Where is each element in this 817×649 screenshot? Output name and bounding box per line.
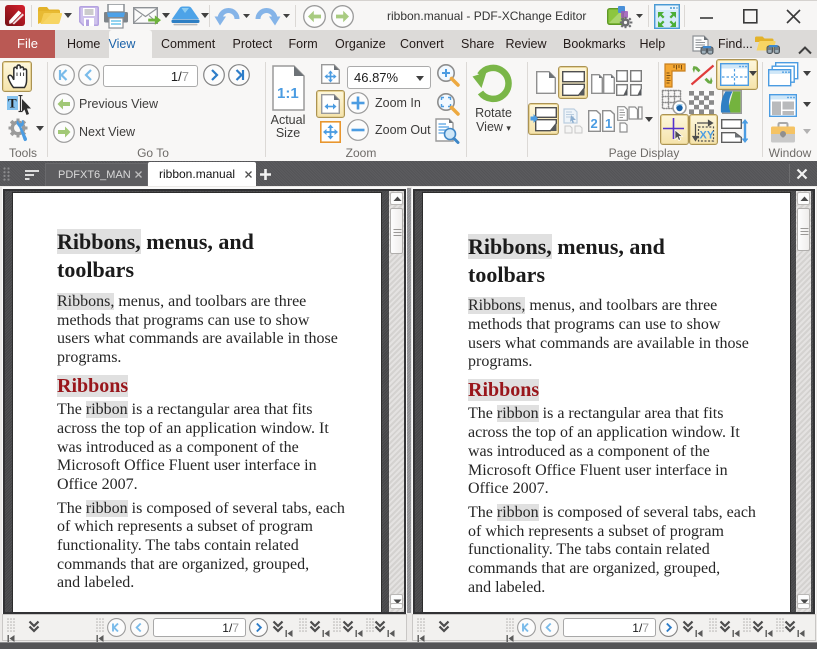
svg-text:XY: XY [700,130,715,142]
svg-text:T: T [8,96,17,111]
svg-text:1: 1 [605,116,612,131]
svg-text:2: 2 [591,116,598,131]
svg-text:1:1: 1:1 [277,85,299,102]
